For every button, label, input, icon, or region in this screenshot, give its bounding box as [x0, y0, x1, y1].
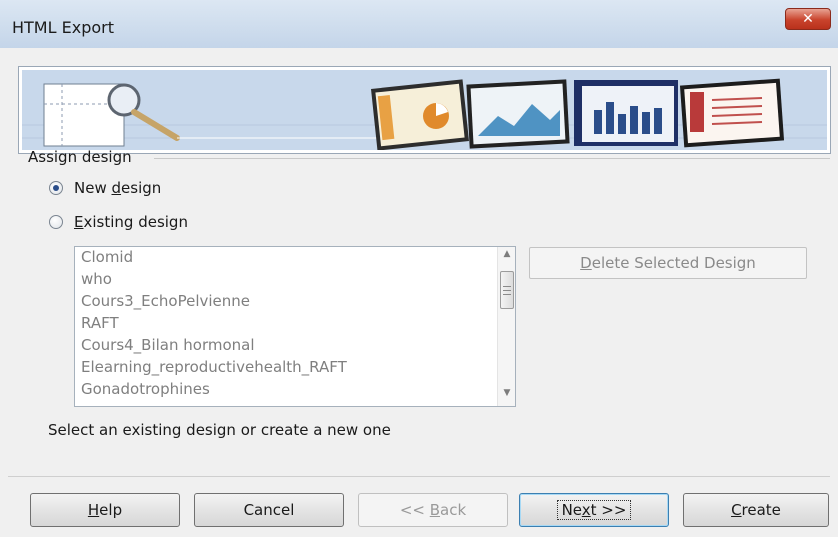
- back-button[interactable]: << Back: [358, 493, 508, 527]
- existing-designs-list[interactable]: Clomid who Cours3_EchoPelvienne RAFT Cou…: [74, 246, 516, 407]
- design-thumbnail-pie: [371, 79, 469, 150]
- hint-text: Select an existing design or create a ne…: [48, 421, 391, 439]
- design-thumbnail-list: [679, 78, 785, 148]
- list-item[interactable]: Cours3_EchoPelvienne: [81, 292, 250, 310]
- html-export-dialog: HTML Export ✕ Assign design New design E…: [0, 0, 838, 537]
- next-button-label: Next >>: [556, 500, 632, 520]
- banner-frame: [18, 66, 831, 154]
- assign-design-group-label: Assign design: [28, 148, 132, 166]
- footer-separator: [8, 476, 830, 477]
- window-title: HTML Export: [12, 18, 114, 37]
- list-item[interactable]: Clomid: [81, 248, 133, 266]
- new-design-radio[interactable]: [49, 181, 63, 195]
- cancel-button[interactable]: Cancel: [194, 493, 344, 527]
- title-bar: HTML Export ✕: [0, 0, 838, 48]
- close-icon: ✕: [802, 11, 814, 27]
- list-item[interactable]: Gonadotrophines: [81, 380, 210, 398]
- create-button[interactable]: Create: [683, 493, 829, 527]
- group-divider: [154, 158, 830, 159]
- new-design-label[interactable]: New design: [74, 179, 161, 197]
- list-item[interactable]: RAFT: [81, 314, 119, 332]
- wizard-banner-image: [22, 70, 827, 150]
- thumb-grip: [503, 290, 511, 291]
- help-button[interactable]: Help: [30, 493, 180, 527]
- list-item[interactable]: Cours4_Bilan hormonal: [81, 336, 255, 354]
- design-thumbnail-area: [466, 79, 570, 149]
- close-button[interactable]: ✕: [785, 8, 831, 30]
- scroll-down-arrow-icon[interactable]: ▼: [498, 388, 515, 402]
- list-item[interactable]: who: [81, 270, 112, 288]
- list-scrollbar[interactable]: ▲ ▼: [497, 247, 515, 406]
- scroll-up-arrow-icon[interactable]: ▲: [498, 249, 515, 263]
- next-button[interactable]: Next >>: [519, 493, 669, 527]
- dialog-client-area: Assign design New design Existing design…: [8, 48, 831, 537]
- thumb-grip: [503, 294, 511, 295]
- existing-design-label[interactable]: Existing design: [74, 213, 188, 231]
- existing-design-radio[interactable]: [49, 215, 63, 229]
- delete-selected-design-button[interactable]: Delete Selected Design: [529, 247, 807, 279]
- thumb-grip: [503, 286, 511, 287]
- list-item[interactable]: Elearning_reproductivehealth_RAFT: [81, 358, 347, 376]
- design-thumbnail-bars: [574, 80, 678, 146]
- scroll-thumb[interactable]: [500, 271, 514, 309]
